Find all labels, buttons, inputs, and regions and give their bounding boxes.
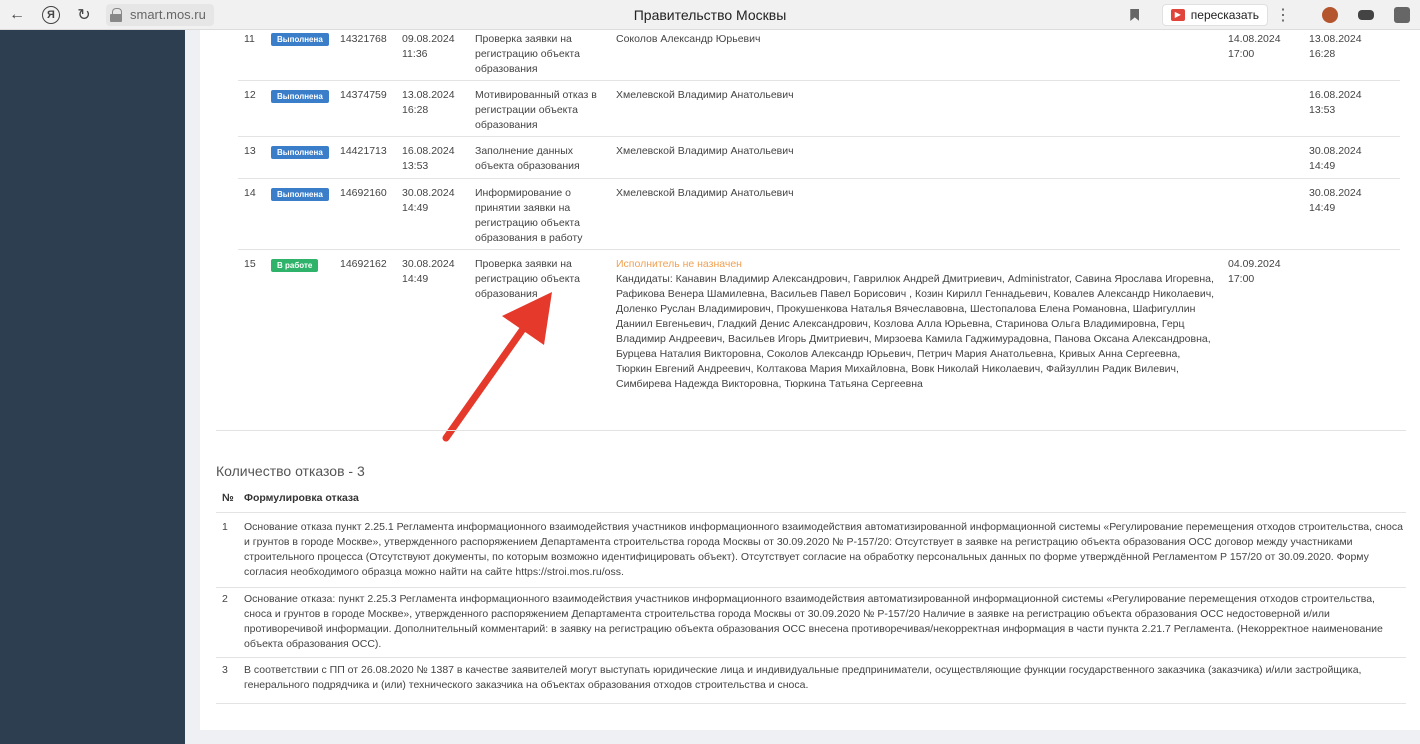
yandex-logo-icon[interactable]: Я xyxy=(34,0,68,30)
status-badge: В работе xyxy=(271,258,319,273)
refusal-text: В соответствии с ПП от 26.08.2020 № 1387… xyxy=(244,664,1362,691)
url-text: smart.mos.ru xyxy=(130,7,206,22)
status-badge: Выполнена xyxy=(271,187,329,202)
executor: Хмелевской Владимир Анатольевич xyxy=(616,187,794,199)
reload-icon[interactable]: ↻ xyxy=(68,0,100,30)
refusal-text: Основание отказа: пункт 2.25.3 Регламент… xyxy=(244,593,1383,650)
refusals-title: Количество отказов - 3 xyxy=(216,463,365,479)
executor: Хмелевской Владимир Анатольевич xyxy=(616,89,794,101)
lock-icon xyxy=(110,7,122,22)
refusal-text: Основание отказа пункт 2.25.1 Регламента… xyxy=(244,521,1403,578)
extension-puzzle-icon[interactable] xyxy=(1384,0,1420,30)
refusal-row: 1 Основание отказа пункт 2.25.1 Регламен… xyxy=(216,512,1406,588)
row-number: 11 xyxy=(244,33,255,45)
refusal-row: 3 В соответствии с ПП от 26.08.2020 № 13… xyxy=(216,658,1406,704)
table-row: 14 Выполнена 14692160 30.08.2024 14:49 И… xyxy=(238,179,1400,250)
arrow-shaft xyxy=(442,315,534,442)
created-date: 30.08.2024 14:49 xyxy=(402,187,455,214)
arrow-head xyxy=(502,292,552,345)
finish-date: 16.08.2024 13:53 xyxy=(1309,89,1362,116)
row-number: 15 xyxy=(244,258,256,270)
extension-avatar-icon[interactable] xyxy=(1312,0,1348,30)
refusal-number: 1 xyxy=(222,521,228,533)
sidebar xyxy=(0,30,185,744)
refusals-col-num: № xyxy=(222,492,234,504)
stage-name: Проверка заявки на регистрацию объекта о… xyxy=(475,33,580,75)
task-id[interactable]: 14421713 xyxy=(340,144,387,159)
executor: Хмелевской Владимир Анатольевич xyxy=(616,145,794,157)
executor-candidates: Кандидаты: Канавин Владимир Александрови… xyxy=(616,273,1215,390)
status-badge: Выполнена xyxy=(271,89,329,104)
row-number: 14 xyxy=(244,187,256,199)
executor-unassigned: Исполнитель не назначен xyxy=(616,258,742,270)
back-arrow-icon[interactable]: ← xyxy=(0,0,34,30)
row-number: 13 xyxy=(244,145,256,157)
status-badge: Выполнена xyxy=(271,32,329,47)
bookmark-icon[interactable] xyxy=(1120,0,1150,30)
refusal-number: 3 xyxy=(222,664,228,676)
table-row: 11 Выполнена 14321768 09.08.2024 11:36 П… xyxy=(238,30,1400,81)
refusal-number: 2 xyxy=(222,593,228,605)
stage-name: Мотивированный отказ в регистрации объек… xyxy=(475,89,597,131)
created-date: 09.08.2024 11:36 xyxy=(402,33,455,60)
table-row: 15 В работе 14692162 30.08.2024 14:49 Пр… xyxy=(238,250,1400,430)
created-date: 13.08.2024 16:28 xyxy=(402,89,455,116)
retell-label: пересказать xyxy=(1190,8,1259,22)
retell-icon: ▶ xyxy=(1170,9,1185,21)
finish-date: 30.08.2024 14:49 xyxy=(1309,187,1362,214)
status-badge: Выполнена xyxy=(271,145,329,160)
browser-right-tools: ▶ пересказать ⋮ xyxy=(1120,0,1420,30)
task-id[interactable]: 14692162 xyxy=(340,257,387,272)
extension-dark-icon[interactable] xyxy=(1348,0,1384,30)
retell-button[interactable]: ▶ пересказать xyxy=(1161,4,1268,26)
red-arrow-annotation xyxy=(442,292,552,442)
created-date: 16.08.2024 13:53 xyxy=(402,145,455,172)
refusal-row: 2 Основание отказа: пункт 2.25.3 Регламе… xyxy=(216,588,1406,658)
executor-cell: Исполнитель не назначен Кандидаты: Канав… xyxy=(616,257,1216,392)
table-row: 13 Выполнена 14421713 16.08.2024 13:53 З… xyxy=(238,137,1400,179)
address-bar[interactable]: smart.mos.ru xyxy=(106,3,214,26)
stage-name: Информирование о принятии заявки на реги… xyxy=(475,187,583,244)
executor: Соколов Александр Юрьевич xyxy=(616,33,761,45)
due-date: 14.08.2024 17:00 xyxy=(1228,33,1281,60)
stage-name: Заполнение данных объекта образования xyxy=(475,145,580,172)
divider xyxy=(216,430,1406,431)
more-menu-icon[interactable]: ⋮ xyxy=(1274,5,1292,25)
table-row: 12 Выполнена 14374759 13.08.2024 16:28 М… xyxy=(238,81,1400,137)
finish-date: 30.08.2024 14:49 xyxy=(1309,145,1362,172)
refusals-col-text: Формулировка отказа xyxy=(244,492,359,504)
due-date: 04.09.2024 17:00 xyxy=(1228,258,1281,285)
task-id[interactable]: 14692160 xyxy=(340,186,387,201)
task-id[interactable]: 14321768 xyxy=(340,32,387,47)
row-number: 12 xyxy=(244,89,256,101)
task-id[interactable]: 14374759 xyxy=(340,88,387,103)
created-date: 30.08.2024 14:49 xyxy=(402,258,455,285)
finish-date: 13.08.2024 16:28 xyxy=(1309,33,1362,60)
